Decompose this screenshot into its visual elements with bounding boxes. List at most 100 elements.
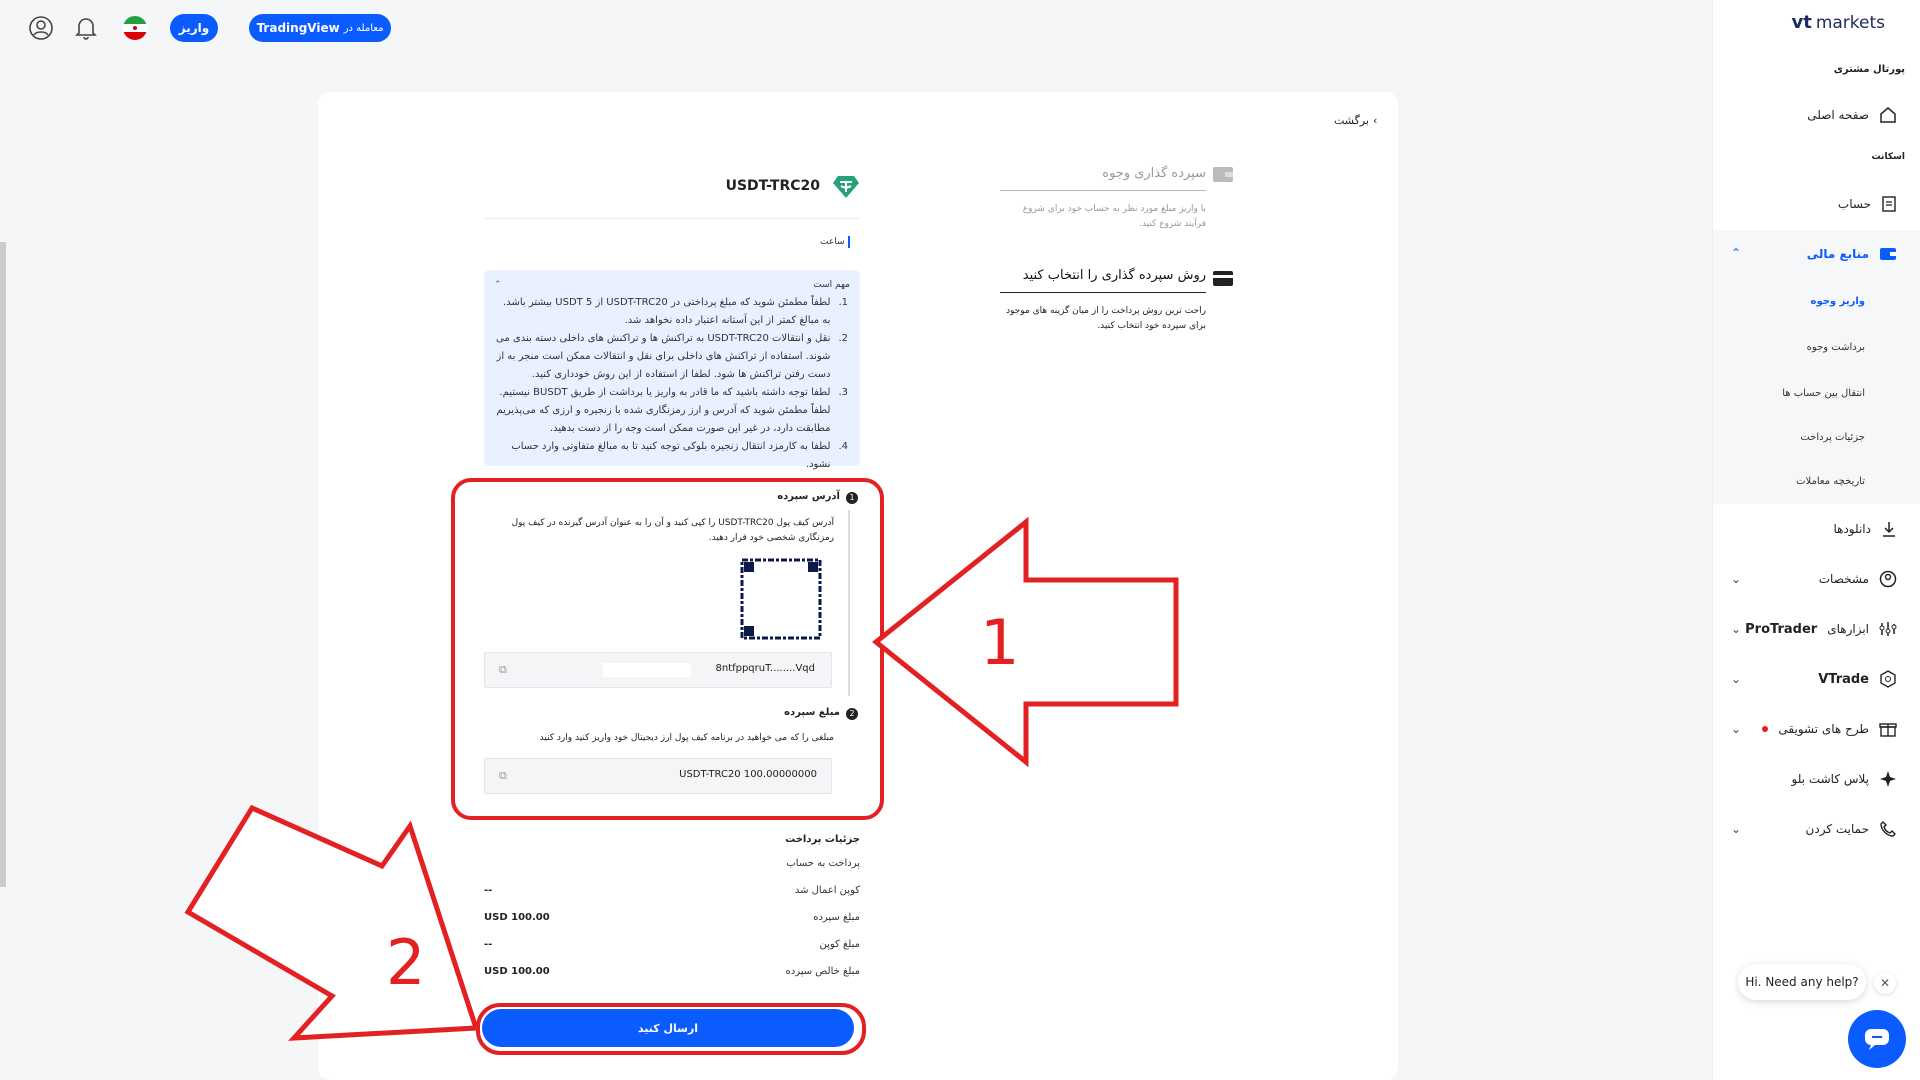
notice-item: 3. لطفا توجه داشته باشید که ما قادر به وا… [492, 384, 848, 438]
notice-num: 4. [838, 441, 848, 452]
chevron-down-icon[interactable]: ⌄ [1731, 672, 1741, 686]
sidebar-item-label: حمایت کردن [1805, 822, 1869, 836]
portal-title: پورتال مشتری [1833, 64, 1905, 75]
step2-desc: راحت ترین روش پرداخت را از میان گزینه ها… [1006, 306, 1206, 331]
funds-section-bg [1713, 230, 1920, 504]
details-row: کوپن اعمال شد -- [484, 885, 860, 912]
notice-text: لطفا به کارمزد انتقال زنجیره بلوکی توجه … [511, 441, 831, 470]
logo-mark: vt [1791, 12, 1812, 33]
trade-tradingview-button[interactable]: TradingView معامله در [249, 14, 391, 42]
step1-divider [1000, 190, 1206, 191]
trade-in-label: معامله در [343, 22, 384, 34]
sidebar-item-home[interactable]: صفحه اصلی [1807, 106, 1897, 124]
sidebar-sub-payment-details[interactable]: جزئیات پرداخت [1800, 432, 1865, 443]
sidebar-item-vtrade[interactable]: VTrade [1818, 670, 1897, 688]
details-row: پرداخت به حساب [484, 858, 860, 885]
notice-list: 1. لطفاً مطمئن شوید که مبلغ پرداختی در US… [484, 294, 860, 474]
tether-icon [832, 174, 860, 200]
back-link[interactable]: › برگشت [1334, 114, 1377, 127]
sidebar-sub-withdraw[interactable]: برداشت وجوه [1807, 342, 1865, 353]
annotation-number-1: 1 [980, 606, 1020, 679]
accounts-header: اسکانت [1871, 152, 1905, 162]
sidebar-sub-deposit[interactable]: واریز وجوه [1811, 296, 1865, 307]
sidebar-item-label: VTrade [1818, 671, 1869, 687]
sidebar-sub-transfer[interactable]: انتقال بین حساب ها [1782, 388, 1865, 399]
notice-num: 3. [838, 387, 848, 398]
back-label: برگشت [1334, 114, 1369, 127]
chevron-up-icon[interactable]: ⌃ [494, 276, 502, 294]
step2-divider [1000, 292, 1206, 293]
deposit-button[interactable]: واریز [170, 14, 218, 42]
tradingview-brand: TradingView [256, 21, 340, 35]
notice-item: 4. لطفا به کارمزد انتقال زنجیره بلوکی توج… [492, 438, 848, 474]
step2-title: روش سپرده گذاری را انتخاب کنید [1022, 268, 1206, 283]
chart-bars-icon [1879, 622, 1897, 636]
sparkle-icon [1880, 771, 1896, 787]
download-icon [1883, 522, 1895, 537]
sidebar-item-downloads[interactable]: دانلودها [1833, 520, 1897, 538]
chevron-down-icon[interactable]: ⌄ [1731, 722, 1741, 736]
sidebar-item-label: منابع مالی [1806, 247, 1869, 261]
chevron-down-icon[interactable]: ⌄ [1731, 822, 1741, 836]
chevron-down-icon[interactable]: ⌄ [1731, 572, 1741, 586]
gift-icon [1879, 723, 1897, 737]
vt-markets-logo[interactable]: vt markets [1791, 12, 1885, 33]
sidebar-sub-trade-history[interactable]: تاریخچه معاملات [1796, 476, 1865, 487]
sidebar-item-account[interactable]: حساب [1838, 196, 1897, 212]
sidebar-item-promotions[interactable]: طرح های تشویقی [1762, 720, 1897, 738]
sidebar-item-label: پلاس کاشت بلو [1791, 772, 1870, 786]
document-icon [1882, 196, 1896, 212]
phone-icon [1880, 821, 1896, 837]
notice-num: 1. [838, 297, 848, 308]
chat-bubble[interactable]: Hi. Need any help? [1738, 964, 1866, 1000]
notice-text: لطفاً مطمئن شوید که مبلغ پرداختی در USDT… [503, 297, 831, 326]
method-title: USDT-TRC20 [725, 178, 820, 194]
notification-dot [1762, 726, 1769, 732]
row-label: مبلغ خالص سپرده [785, 966, 861, 977]
details-row: مبلغ سپرده USD 100.00 [484, 912, 860, 939]
flag-iran-icon[interactable] [121, 14, 149, 42]
chevron-down-icon[interactable]: ⌄ [1731, 622, 1741, 636]
sidebar-item-label: حساب [1837, 197, 1871, 211]
wallet-icon [1212, 164, 1234, 184]
method-divider [484, 218, 860, 219]
annotation-box-2 [476, 1003, 866, 1055]
row-label: کوپن اعمال شد [794, 885, 860, 896]
top-bar: واریز TradingView معامله در [0, 0, 1712, 56]
row-label: مبلغ سپرده [813, 912, 860, 923]
step1-title: سپرده گذاری وجوه [1102, 166, 1206, 181]
sidebar-item-protrader[interactable]: ابزارهای ProTrader [1745, 620, 1897, 638]
bell-icon[interactable] [72, 14, 100, 42]
close-icon[interactable]: ✕ [1874, 972, 1896, 994]
notice-text: لطفا توجه داشته باشید که ما قادر به واری… [496, 387, 831, 434]
details-row: مبلغ خالص سپرده USD 100.00 [484, 966, 860, 993]
annotation-box-1 [451, 478, 884, 820]
page-scrollbar[interactable] [0, 242, 6, 887]
details-row: مبلغ کوپن -- [484, 939, 860, 966]
sidebar-item-cashback[interactable]: پلاس کاشت بلو [1792, 770, 1898, 788]
sidebar-item-label: دانلودها [1833, 522, 1871, 536]
chat-icon [1865, 1029, 1889, 1050]
details-table: پرداخت به حساب کوپن اعمال شد -- مبلغ سپرد… [484, 858, 860, 993]
tab-clock[interactable]: ساعت [820, 236, 850, 248]
vtrade-icon [1880, 670, 1896, 688]
sidebar-item-funds[interactable]: منابع مالی [1807, 246, 1897, 262]
wallet-icon [1880, 248, 1896, 260]
sidebar-item-label: مشخصات [1818, 572, 1869, 586]
protrader-brand: ProTrader [1745, 621, 1818, 637]
sidebar: vt markets پورتال مشتری صفحه اصلی اسکانت… [1712, 0, 1920, 1080]
profile-icon [1879, 570, 1897, 588]
card-icon [1212, 268, 1234, 288]
home-icon [1880, 107, 1896, 123]
annotation-number-2: 2 [386, 926, 426, 999]
sidebar-item-label: صفحه اصلی [1807, 108, 1869, 122]
row-label: مبلغ کوپن [819, 939, 860, 950]
chat-launcher-button[interactable] [1848, 1010, 1906, 1068]
sidebar-item-support[interactable]: حمایت کردن [1806, 820, 1897, 838]
chevron-right-icon: › [1372, 114, 1378, 127]
user-icon[interactable] [27, 14, 55, 42]
chevron-up-icon[interactable]: ⌃ [1731, 246, 1741, 260]
sidebar-item-label: طرح های تشویقی [1778, 722, 1869, 736]
notice-num: 2. [838, 333, 848, 344]
sidebar-item-profile[interactable]: مشخصات [1819, 570, 1897, 588]
